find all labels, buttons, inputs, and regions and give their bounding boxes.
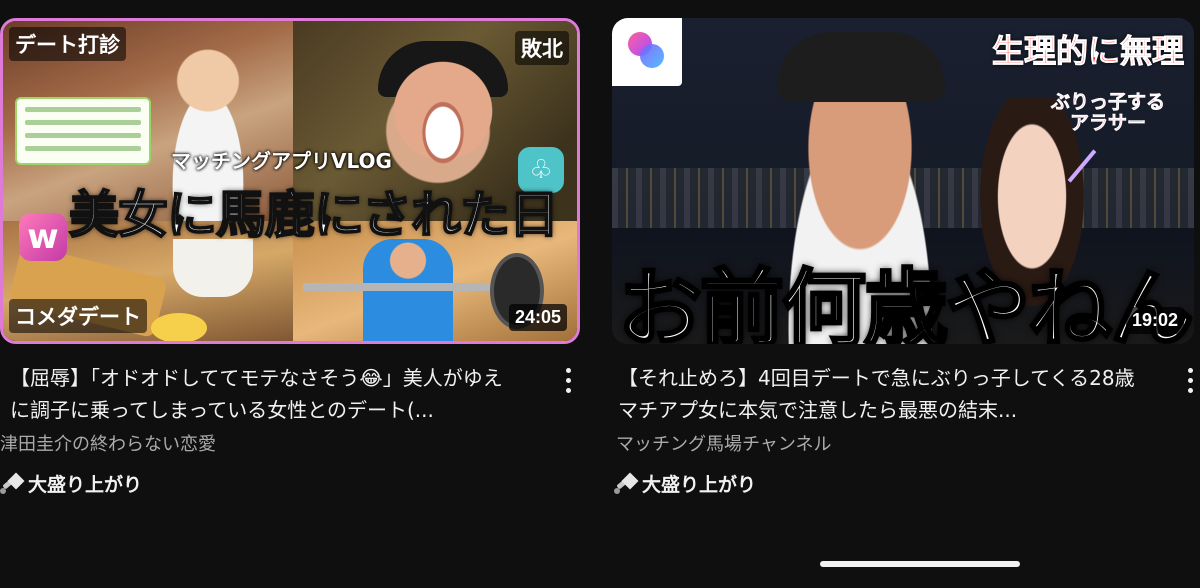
app-logo-icon: w [19,213,67,261]
video-duration: 24:05 [508,304,567,331]
thumbnail-hair [777,32,945,102]
video-thumbnail[interactable]: 生理的に無理 ぶりっ子するアラサー お前何歳やねん 19:02 [612,18,1194,344]
trending-badge: 大盛り上がり [614,470,756,497]
thumbnail-caption: 生理的に無理 [991,32,1184,71]
channel-name[interactable]: マッチング馬場チャンネル [616,430,831,456]
thumbnail-tag: 敗北 [515,31,569,65]
video-card-1[interactable]: w ♧ デート打診 敗北 コメダデート マッチングアプリVLOG 美女に馬鹿にさ… [0,0,580,520]
thumbnail-headline: 美女に馬鹿にされた日 [68,185,560,245]
video-title[interactable]: 【それ止めろ】4回目デートで急にぶりっ子してくる28歳マチアプ女に本気で注意した… [618,362,1150,426]
thumbnail-tag: デート打診 [9,27,126,61]
thumbnail-subtitle: マッチングアプリVLOG [171,149,392,173]
thumbnail-lifter [363,239,453,341]
trending-rocket-icon [614,472,639,496]
app-logo-icon [612,18,682,86]
bowl [151,313,207,341]
home-indicator[interactable] [820,561,1020,567]
thumbnail-face [388,51,498,171]
video-title[interactable]: 【屈辱】「オドオドしててモテなさそう😂」美人がゆえに調子に乗ってしまっている女性… [10,362,522,426]
video-card-2[interactable]: 生理的に無理 ぶりっ子するアラサー お前何歳やねん 19:02 【それ止めろ】4… [612,0,1194,520]
more-options-icon[interactable] [556,366,580,396]
thumbnail-caption: ぶりっ子するアラサー [1050,91,1166,134]
trending-label: 大盛り上がり [642,474,757,496]
thumbnail-tag: コメダデート [9,299,147,333]
channel-name[interactable]: 津田圭介の終わらない恋愛 [0,430,216,456]
thumbnail-headline: お前何歳やねん [616,259,1194,345]
trending-rocket-icon [0,472,25,496]
video-duration: 19:02 [1125,307,1184,334]
trending-badge: 大盛り上がり [0,470,142,497]
chat-bubble [15,97,151,165]
trending-label: 大盛り上がり [28,474,143,496]
barbell [303,283,503,291]
coffee-cup [173,239,253,297]
video-thumbnail[interactable]: w ♧ デート打診 敗北 コメダデート マッチングアプリVLOG 美女に馬鹿にさ… [0,18,580,344]
more-options-icon[interactable] [1178,366,1200,396]
